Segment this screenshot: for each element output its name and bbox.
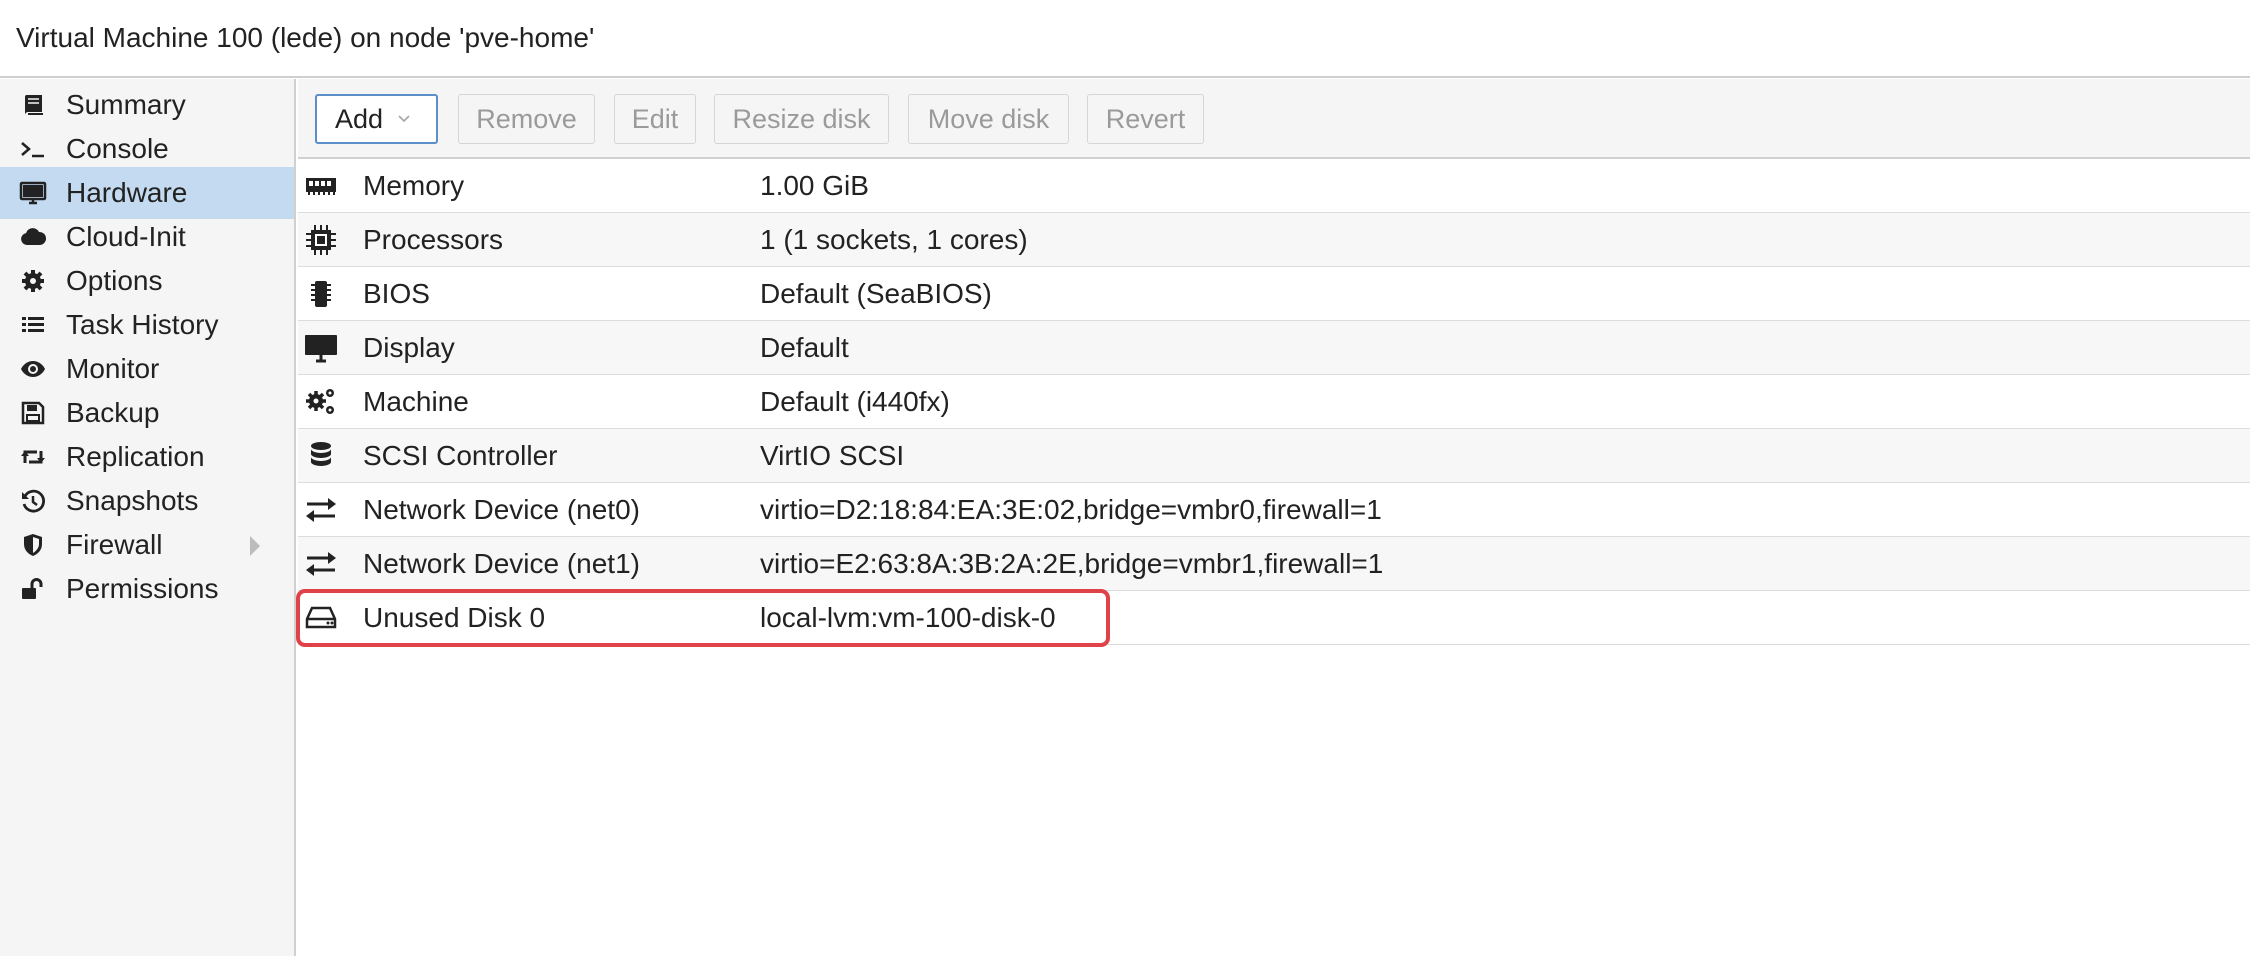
hardware-name: BIOS: [363, 277, 430, 309]
display-icon: [304, 331, 338, 365]
monitor-icon: [16, 176, 50, 210]
sidebar-item-label: Backup: [66, 397, 160, 428]
resize-disk-button[interactable]: Resize disk: [714, 94, 889, 144]
exchange-icon: [304, 493, 338, 527]
hardware-name: Processors: [363, 223, 504, 255]
sidebar-item-label: Options: [66, 265, 163, 296]
table-row[interactable]: Memory 1.00 GiB: [298, 159, 2250, 213]
hardware-value: virtio=D2:18:84:EA:3E:02,bridge=vmbr0,fi…: [760, 493, 1382, 525]
hardware-name: Machine: [363, 385, 469, 417]
floppy-icon: [16, 396, 50, 430]
sidebar-item-label: Cloud-Init: [66, 221, 186, 252]
hardware-value: local-lvm:vm-100-disk-0: [760, 601, 1056, 633]
gears-icon: [304, 385, 338, 419]
sidebar-item-label: Permissions: [66, 573, 219, 604]
hardware-name: Memory: [363, 169, 465, 201]
edit-button[interactable]: Edit: [614, 94, 696, 144]
history-icon: [16, 484, 50, 518]
hardware-value: VirtIO SCSI: [760, 439, 905, 471]
table-row[interactable]: Network Device (net0) virtio=D2:18:84:EA…: [298, 483, 2250, 537]
retweet-icon: [16, 440, 50, 474]
chevron-down-icon: [398, 115, 410, 123]
cloud-icon: [16, 220, 50, 254]
table-row[interactable]: Display Default: [298, 321, 2250, 375]
sidebar-item-permissions[interactable]: Permissions: [0, 563, 294, 615]
table-row[interactable]: Unused Disk 0 local-lvm:vm-100-disk-0: [298, 591, 2250, 645]
terminal-icon: [16, 132, 50, 166]
add-button[interactable]: Add: [315, 94, 438, 144]
remove-button[interactable]: Remove: [458, 94, 595, 144]
expand-arrow-icon[interactable]: [250, 536, 260, 556]
shield-icon: [16, 528, 50, 562]
gear-icon: [16, 264, 50, 298]
list-icon: [16, 308, 50, 342]
eye-icon: [16, 352, 50, 386]
sidebar-item-label: Replication: [66, 441, 205, 472]
table-row[interactable]: Machine Default (i440fx): [298, 375, 2250, 429]
page-title: Virtual Machine 100 (lede) on node 'pve-…: [16, 22, 595, 53]
sidebar: Summary Console Hardware Cloud-Init Opti…: [0, 79, 296, 956]
memory-icon: [304, 169, 338, 203]
sidebar-item-label: Monitor: [66, 353, 160, 384]
microchip-icon: [304, 277, 338, 311]
table-row[interactable]: BIOS Default (SeaBIOS): [298, 267, 2250, 321]
hardware-name: SCSI Controller: [363, 439, 558, 471]
add-button-label: Add: [335, 103, 384, 134]
hardware-toolbar: Add Remove Edit Resize disk Move disk Re…: [298, 79, 2250, 159]
hardware-name: Network Device (net0): [363, 493, 640, 525]
table-row[interactable]: SCSI Controller VirtIO SCSI: [298, 429, 2250, 483]
sidebar-item-label: Snapshots: [66, 485, 199, 516]
hardware-name: Network Device (net1): [363, 547, 640, 579]
hardware-name: Unused Disk 0: [363, 601, 546, 633]
revert-button[interactable]: Revert: [1087, 94, 1204, 144]
hardware-value: Default (SeaBIOS): [760, 277, 992, 309]
hardware-value: 1 (1 sockets, 1 cores): [760, 223, 1028, 255]
table-row[interactable]: Network Device (net1) virtio=E2:63:8A:3B…: [298, 537, 2250, 591]
hardware-value: 1.00 GiB: [760, 169, 869, 201]
sidebar-item-label: Task History: [66, 309, 219, 340]
unlock-icon: [16, 572, 50, 606]
exchange-icon: [304, 547, 338, 581]
hdd-icon: [304, 601, 338, 635]
hardware-value: Default (i440fx): [760, 385, 950, 417]
title-bar: Virtual Machine 100 (lede) on node 'pve-…: [0, 0, 2250, 78]
move-disk-button[interactable]: Move disk: [908, 94, 1069, 144]
hardware-name: Display: [363, 331, 455, 363]
hardware-value: virtio=E2:63:8A:3B:2A:2E,bridge=vmbr1,fi…: [760, 547, 1384, 579]
database-icon: [304, 439, 338, 473]
sidebar-item-label: Console: [66, 133, 169, 164]
book-icon: [16, 88, 50, 122]
cpu-icon: [304, 223, 338, 257]
hardware-value: Default: [760, 331, 849, 363]
table-row[interactable]: Processors 1 (1 sockets, 1 cores): [298, 213, 2250, 267]
sidebar-item-label: Firewall: [66, 529, 163, 560]
sidebar-item-label: Hardware: [66, 177, 188, 208]
sidebar-item-label: Summary: [66, 89, 186, 120]
